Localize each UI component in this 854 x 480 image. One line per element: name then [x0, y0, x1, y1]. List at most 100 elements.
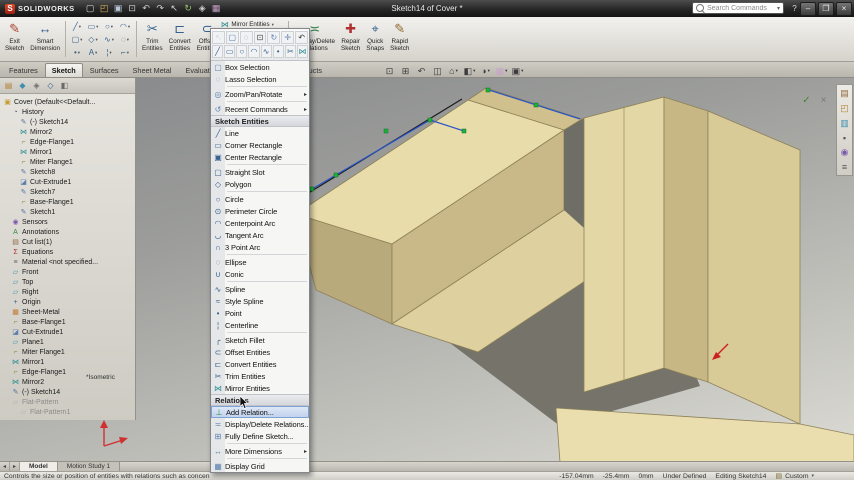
tree-item-sketch8[interactable]: ✎ Sketch8 [0, 167, 135, 177]
menu-item-circle[interactable]: ○ Circle [211, 193, 309, 205]
tree-item-miter-flange1[interactable]: ⌐ Miter Flange1 [0, 347, 135, 357]
tree-item-plane1[interactable]: ▱ Plane1 [0, 337, 135, 347]
circle-tool-button[interactable]: ○ ▾ [101, 20, 117, 33]
menu-item-tangent-arc[interactable]: ◡ Tangent Arc [211, 229, 309, 241]
select-icon[interactable]: ↖ [212, 31, 225, 44]
tree-item-sketch1[interactable]: ✎ Sketch1 [0, 207, 135, 217]
menu-item-box-selection[interactable]: ▢ Box Selection [211, 61, 309, 73]
zoom-fit-icon[interactable]: ⊡ [253, 31, 267, 44]
menu-item-straight-slot[interactable]: ▢ Straight Slot [211, 166, 309, 178]
centerpoint-arc-tool-button[interactable]: ◠ ▾ [117, 20, 133, 33]
centerline-tool-button[interactable]: ¦ ▾ [101, 46, 117, 59]
tab-surfaces[interactable]: Surfaces [83, 63, 126, 77]
file-explorer-icon[interactable]: ◰ [837, 103, 852, 114]
hide-show-icon[interactable]: ◑ ▾ [478, 64, 493, 78]
design-library-icon[interactable]: ▤ [837, 88, 852, 99]
tree-item-sketch14[interactable]: ✎ (-) Sketch14 [0, 387, 135, 397]
dimxpert-icon[interactable]: ◇ [45, 81, 56, 90]
ellipse-tool-button[interactable]: ◌ ▾ [117, 33, 133, 46]
part-face-far-right[interactable] [707, 110, 801, 425]
menu-item-display-grid[interactable]: ▦ Display Grid [211, 460, 309, 472]
centerpoint-arc-icon[interactable]: ◠ [248, 45, 260, 58]
menu-item-perimeter-circle[interactable]: ⊙ Perimeter Circle [211, 205, 309, 217]
tab-features[interactable]: Features [2, 63, 45, 77]
point-icon[interactable]: • [272, 45, 284, 58]
undo-icon[interactable]: ↶ [140, 2, 153, 15]
previous-view-icon[interactable]: ↶ [414, 64, 429, 78]
tree-item-cut-list-1[interactable]: ▤ Cut list(1) [0, 237, 135, 247]
menu-item-style-spline[interactable]: ≈ Style Spline [211, 295, 309, 307]
tab-sketch[interactable]: Sketch [44, 63, 83, 77]
spline-tool-button[interactable]: ∿ ▾ [101, 33, 117, 46]
propertymanager-icon[interactable]: ◆ [17, 81, 28, 90]
quick-snaps-button[interactable]: ⌖ Quick Snaps [363, 18, 387, 60]
line-icon[interactable]: ╱ [212, 45, 224, 58]
spline-icon[interactable]: ∿ [260, 45, 272, 58]
part-face-bottom-flange[interactable] [555, 407, 854, 462]
tree-item-sketch7[interactable]: ✎ Sketch7 [0, 187, 135, 197]
rotate-icon[interactable]: ↻ [267, 31, 281, 44]
menu-item-lasso-selection[interactable]: ◌ Lasso Selection [211, 73, 309, 85]
menu-item-corner-rectangle[interactable]: ▭ Corner Rectangle [211, 139, 309, 151]
redo-icon[interactable]: ↷ [154, 2, 167, 15]
line-tool-button[interactable]: ╱ ▾ [69, 20, 85, 33]
tree-item-edge-flange1[interactable]: ⌐ Edge-Flange1 [0, 137, 135, 147]
featuremanager-icon[interactable]: ▤ [3, 81, 14, 90]
menu-item-line[interactable]: ╱ Line [211, 127, 309, 139]
view-orientation-icon[interactable]: ⌂ ▾ [446, 64, 461, 78]
maximize-button[interactable]: ❐ [818, 2, 834, 16]
menu-item-centerpoint-arc[interactable]: ◠ Centerpoint Arc [211, 217, 309, 229]
tree-item-right[interactable]: ▱ Right [0, 287, 135, 297]
menu-item-center-rectangle[interactable]: ▣ Center Rectangle [211, 151, 309, 163]
slot-tool-button[interactable]: ▢ ▾ [69, 33, 85, 46]
box-select-icon[interactable]: ▢ [225, 31, 239, 44]
tree-item-flat-pattern1[interactable]: ▱ Flat-Pattern1 [0, 407, 135, 417]
menu-item-add-relation[interactable]: ⊥ Add Relation... [211, 406, 309, 418]
tree-item-mirror1[interactable]: ⋈ Mirror1 [0, 357, 135, 367]
appearance-icon[interactable]: ▦ ▾ [494, 64, 509, 78]
tree-item-sensors[interactable]: ◉ Sensors [0, 217, 135, 227]
menu-item-point[interactable]: • Point [211, 307, 309, 319]
menu-item-3-point-arc[interactable]: ∩ 3 Point Arc [211, 241, 309, 253]
trim-entities-button[interactable]: ✂ Trim Entities [139, 18, 166, 60]
mirror-icon[interactable]: ⋈ [296, 45, 308, 58]
displaymanager-icon[interactable]: ◧ [59, 81, 70, 90]
rapid-sketch-button[interactable]: ✎ Rapid Sketch [387, 18, 412, 60]
menu-item-sketch-fillet[interactable]: ╭ Sketch Fillet [211, 334, 309, 346]
menu-item-ellipse[interactable]: ◌ Ellipse [211, 256, 309, 268]
tree-item-cover-default-default[interactable]: ▣ Cover (Default<<Default... [0, 97, 135, 107]
repair-sketch-button[interactable]: ✚ Repair Sketch [338, 18, 363, 60]
tree-item-material-not-specified[interactable]: ≡ Material <not specified... [0, 257, 135, 267]
part-face-right-side[interactable] [663, 96, 709, 383]
construction-tool-button[interactable]: ⌐ ▾ [117, 46, 133, 59]
tree-item-cut-extrude1[interactable]: ◪ Cut-Extrude1 [0, 327, 135, 337]
select-icon[interactable]: ↖ [168, 2, 181, 15]
tree-item-base-flange1[interactable]: ⌐ Base-Flange1 [0, 197, 135, 207]
tree-item-flat-pattern[interactable]: ▱ Flat-Pattern [0, 397, 135, 407]
menu-item-conic[interactable]: ∪ Conic [211, 268, 309, 280]
zoom-fit-icon[interactable]: ⊡ [382, 64, 397, 78]
tree-item-sketch14[interactable]: ✎ (-) Sketch14 [0, 117, 135, 127]
tree-item-annotations[interactable]: A Annotations [0, 227, 135, 237]
close-button[interactable]: × [836, 2, 852, 16]
tree-item-mirror2[interactable]: ⋈ Mirror2 [0, 127, 135, 137]
display-style-icon[interactable]: ◧ ▾ [462, 64, 477, 78]
cancel-sketch-icon[interactable]: × [817, 94, 830, 107]
trim-icon[interactable]: ✂ [284, 45, 296, 58]
new-file-icon[interactable]: ▢ [84, 2, 97, 15]
menu-item-offset-entities[interactable]: ⊂ Offset Entities [211, 346, 309, 358]
polygon-tool-button[interactable]: ◇ ▾ [85, 33, 101, 46]
pan-icon[interactable]: ✛ [281, 31, 295, 44]
tree-item-mirror1[interactable]: ⋈ Mirror1 [0, 147, 135, 157]
corner-rectangle-tool-button[interactable]: ▭ ▾ [85, 20, 101, 33]
tree-item-top[interactable]: ▱ Top [0, 277, 135, 287]
custom-properties-icon[interactable]: ≡ [837, 162, 852, 172]
section-view-icon[interactable]: ◫ [430, 64, 445, 78]
appearances-icon[interactable]: ▪ [837, 133, 852, 143]
menu-item-fully-define-sketch[interactable]: ⊞ Fully Define Sketch... [211, 430, 309, 442]
tree-item-history[interactable]: ◔ History [0, 107, 135, 117]
menu-item-centerline[interactable]: ¦ Centerline [211, 319, 309, 331]
configuration-selector[interactable]: ▤ Custom ▾ [775, 472, 814, 480]
menu-item-zoom-pan-rotate[interactable]: ◎ Zoom/Pan/Rotate ▸ [211, 88, 309, 100]
appearance-icon[interactable]: ▦ [210, 2, 223, 15]
